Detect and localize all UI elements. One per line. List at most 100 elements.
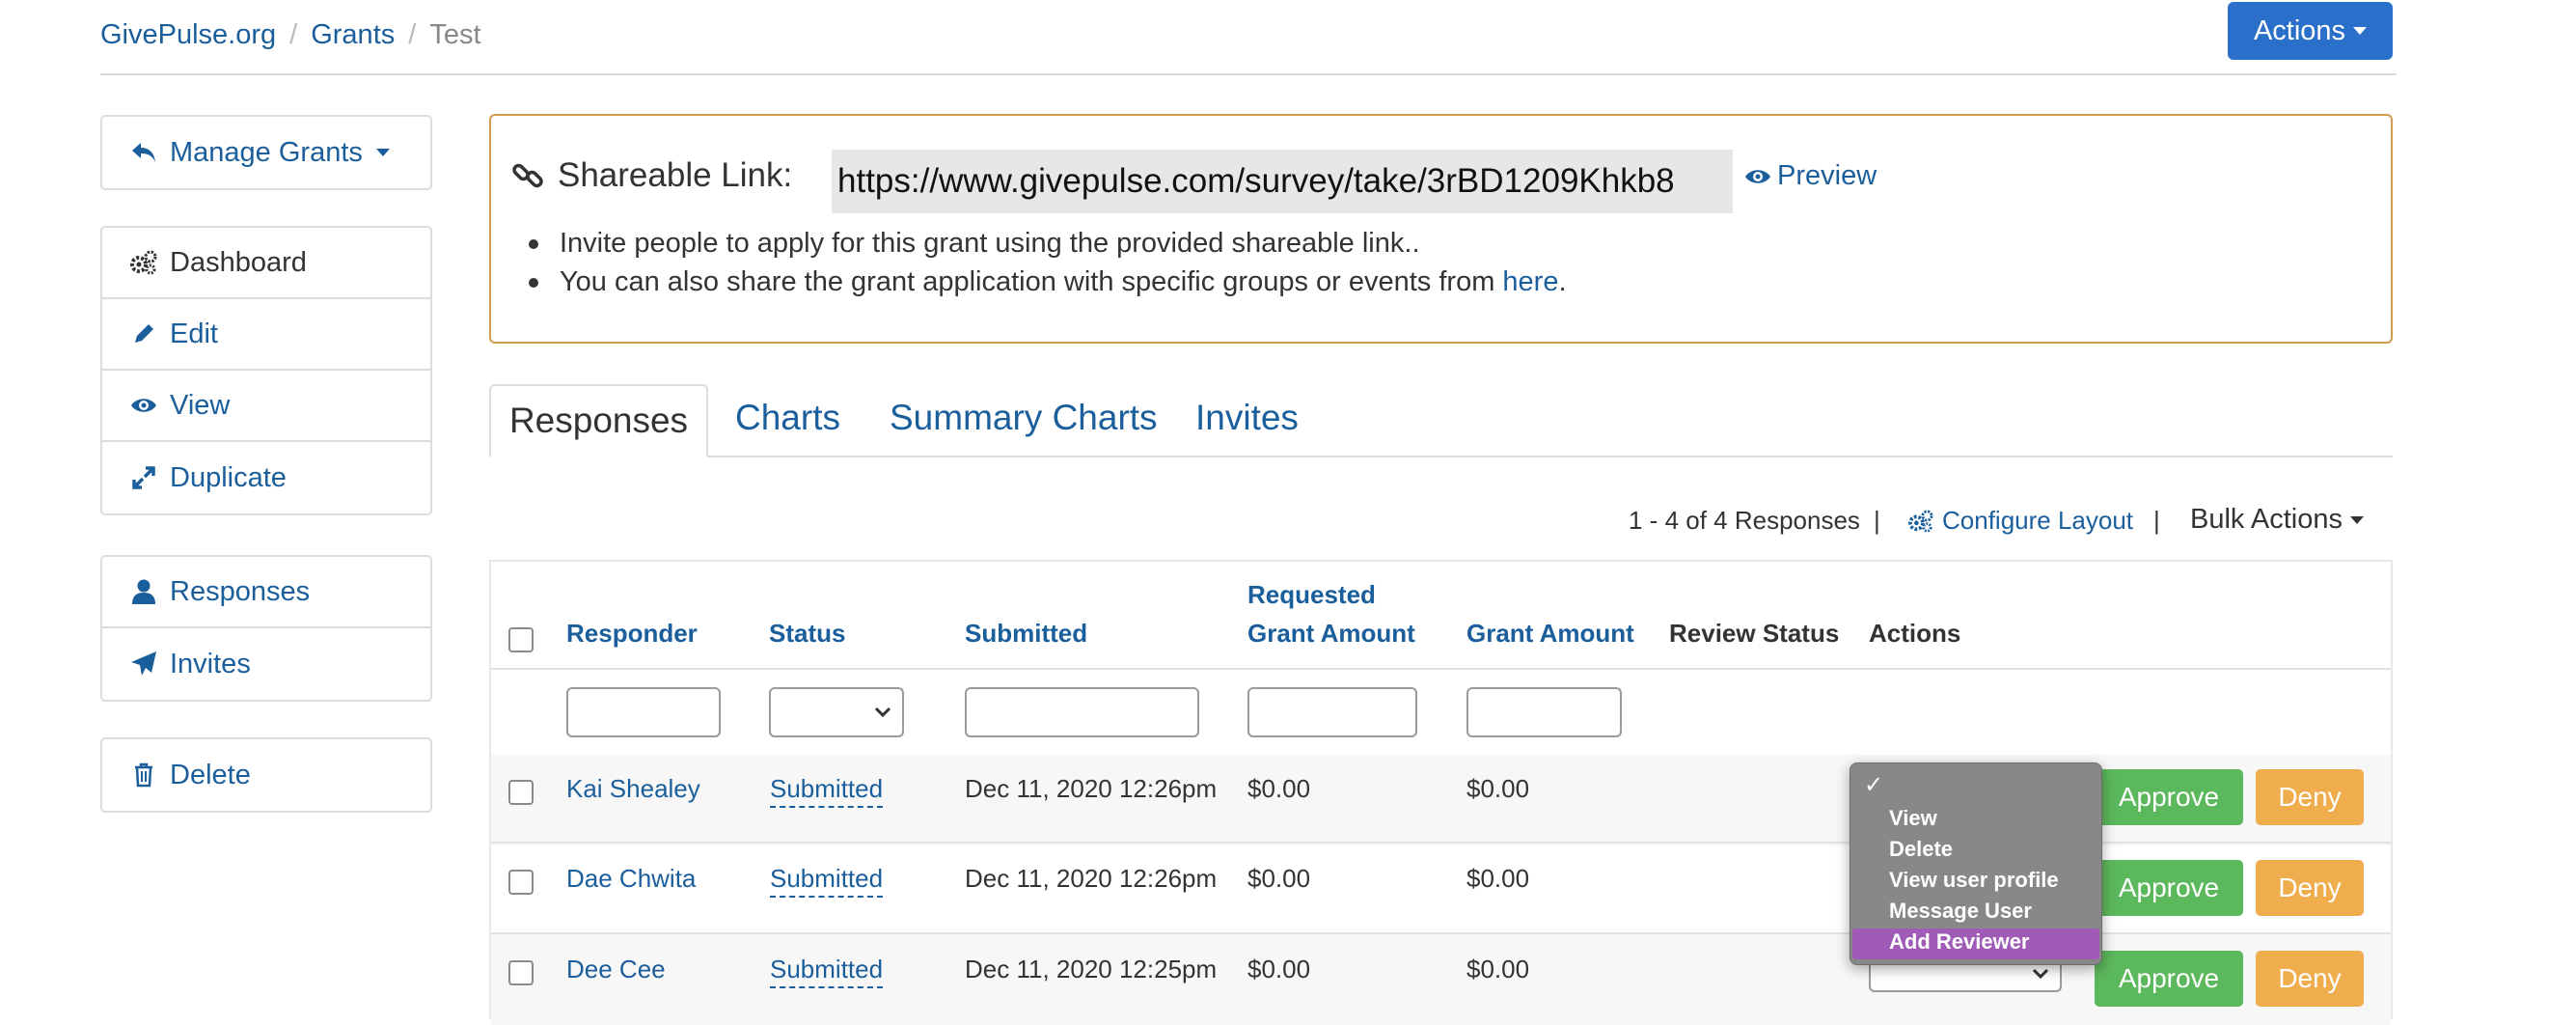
column-header-submitted[interactable]: Submitted <box>965 614 1087 652</box>
deny-button[interactable]: Deny <box>2256 951 2364 1007</box>
approve-button[interactable]: Approve <box>2095 860 2243 916</box>
sidebar-item-responses[interactable]: Responses <box>102 557 430 628</box>
row-checkbox[interactable] <box>508 960 534 985</box>
bulk-actions-dropdown[interactable]: Bulk Actions <box>2190 504 2364 536</box>
caret-down-icon <box>375 149 390 156</box>
breadcrumb: GivePulse.org / Grants / Test <box>100 19 481 51</box>
approve-button[interactable]: Approve <box>2095 769 2243 825</box>
sidebar-item-label: Delete <box>170 759 251 790</box>
pencil-icon <box>129 319 158 348</box>
shareable-link-url[interactable]: https://www.givepulse.com/survey/take/3r… <box>832 150 1733 213</box>
header-divider-line <box>491 668 2391 670</box>
responder-link[interactable]: Kai Shealey <box>566 774 700 804</box>
sidebar-item-delete[interactable]: Delete <box>102 739 430 811</box>
column-header-requested-grant-amount[interactable]: Requested Grant Amount <box>1247 575 1415 652</box>
breadcrumb-separator: / <box>408 19 417 50</box>
requested-amount-filter-input[interactable] <box>1247 687 1417 737</box>
share-instructions: Invite people to apply for this grant us… <box>529 224 1567 301</box>
manage-grants-label: Manage Grants <box>170 136 363 168</box>
actions-button-label: Actions <box>2253 14 2346 46</box>
responder-link[interactable]: Dae Chwita <box>566 864 696 894</box>
grant-amount-filter-input[interactable] <box>1466 687 1622 737</box>
grant-amount: $0.00 <box>1466 955 1530 983</box>
approve-button[interactable]: Approve <box>2095 951 2243 1007</box>
column-header-line: Requested <box>1247 580 1376 609</box>
tab-charts[interactable]: Charts <box>735 398 840 438</box>
status-filter-select[interactable] <box>769 687 904 737</box>
grant-amount: $0.00 <box>1466 864 1530 893</box>
status-editable[interactable]: Submitted <box>770 955 884 988</box>
row-checkbox[interactable] <box>508 870 534 895</box>
menu-option-view-user-profile[interactable]: View user profile <box>1889 868 2059 893</box>
chevron-down-icon <box>2031 967 2050 981</box>
sidebar-item-view[interactable]: View <box>102 371 430 442</box>
status-editable[interactable]: Submitted <box>770 864 884 898</box>
column-header-responder[interactable]: Responder <box>566 614 698 652</box>
menu-option-message-user[interactable]: Message User <box>1889 899 2032 924</box>
actions-button[interactable]: Actions <box>2228 2 2393 60</box>
sidebar-item-label: Duplicate <box>170 461 287 493</box>
chevron-down-icon <box>873 706 892 719</box>
responder-filter-input[interactable] <box>566 687 721 737</box>
paper-plane-icon <box>129 650 158 679</box>
eye-icon <box>129 391 158 420</box>
breadcrumb-current: Test <box>429 19 481 50</box>
tab-invites[interactable]: Invites <box>1195 398 1299 438</box>
checkmark-icon: ✓ <box>1864 772 1884 798</box>
gears-icon <box>129 248 158 277</box>
breadcrumb-link-grants[interactable]: Grants <box>311 19 395 50</box>
response-count: 1 - 4 of 4 Responses <box>1629 506 1860 535</box>
gears-icon <box>1907 509 1934 533</box>
select-all-checkbox[interactable] <box>508 627 534 652</box>
breadcrumb-link-givepulse[interactable]: GivePulse.org <box>100 19 276 50</box>
sidebar-group-main: Dashboard Edit View Duplicate <box>100 226 432 515</box>
caret-down-icon <box>2349 516 2364 525</box>
manage-grants-dropdown[interactable]: Manage Grants <box>102 117 430 188</box>
sidebar-item-duplicate[interactable]: Duplicate <box>102 442 430 513</box>
sidebar-item-label: Responses <box>170 575 311 607</box>
sidebar-item-edit[interactable]: Edit <box>102 299 430 371</box>
submitted-date: Dec 11, 2020 12:26pm <box>965 774 1218 803</box>
row-checkbox[interactable] <box>508 780 534 805</box>
submitted-filter-input[interactable] <box>965 687 1199 737</box>
eye-icon <box>1744 167 1771 186</box>
column-header-grant-amount[interactable]: Grant Amount <box>1466 614 1634 652</box>
deny-button[interactable]: Deny <box>2256 860 2364 916</box>
responder-link[interactable]: Dee Cee <box>566 955 666 984</box>
shareable-link-label: Shareable Link: <box>558 156 793 194</box>
instruction-item: Invite people to apply for this grant us… <box>529 224 1567 263</box>
sidebar-item-label: View <box>170 389 231 421</box>
menu-option-view[interactable]: View <box>1889 806 1937 831</box>
preview-link[interactable]: Preview <box>1744 160 1877 192</box>
sidebar-group-delete: Delete <box>100 737 432 813</box>
sidebar-item-label: Invites <box>170 648 251 679</box>
column-header-review-status: Review Status <box>1669 619 1840 648</box>
requested-amount: $0.00 <box>1247 955 1311 983</box>
deny-button[interactable]: Deny <box>2256 769 2364 825</box>
tab-responses[interactable]: Responses <box>489 384 708 457</box>
breadcrumb-separator: / <box>289 19 298 50</box>
column-header-actions: Actions <box>1869 619 1961 648</box>
status-editable[interactable]: Submitted <box>770 774 884 808</box>
column-header-line: Grant Amount <box>1247 619 1415 648</box>
sidebar-item-dashboard[interactable]: Dashboard <box>102 228 430 299</box>
user-icon <box>129 577 158 606</box>
reply-arrow-icon <box>129 138 158 167</box>
sidebar-group-people: Responses Invites <box>100 555 432 702</box>
menu-option-delete[interactable]: Delete <box>1889 837 1953 862</box>
bulk-actions-label: Bulk Actions <box>2190 504 2343 535</box>
here-link[interactable]: here <box>1502 266 1558 297</box>
sidebar-item-invites[interactable]: Invites <box>102 628 430 700</box>
column-header-status[interactable]: Status <box>769 614 845 652</box>
tab-summary-charts[interactable]: Summary Charts <box>890 398 1158 438</box>
sidebar-item-label: Edit <box>170 318 218 349</box>
instruction-item: You can also share the grant application… <box>529 263 1567 301</box>
requested-amount: $0.00 <box>1247 864 1311 893</box>
grant-amount: $0.00 <box>1466 774 1530 803</box>
instruction-text: You can also share the grant application… <box>560 266 1503 297</box>
header-divider <box>100 73 2397 75</box>
expand-arrows-icon <box>129 463 158 492</box>
toolbar-divider: | <box>2153 506 2160 535</box>
configure-layout-link[interactable]: Configure Layout <box>1907 506 2133 536</box>
menu-option-add-reviewer[interactable]: Add Reviewer <box>1889 929 2030 955</box>
